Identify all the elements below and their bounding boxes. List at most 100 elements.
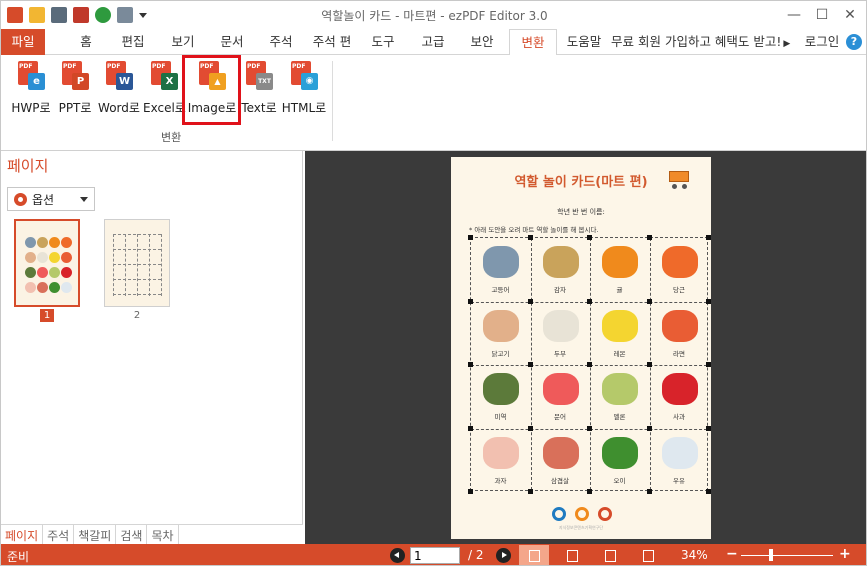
tab-pages[interactable]: 페이지: [1, 525, 44, 544]
convert-excel-button[interactable]: PDF X Excel로: [143, 61, 186, 119]
zoom-in-button[interactable]: +: [839, 546, 851, 562]
tab-search[interactable]: 검색: [116, 525, 148, 544]
card-label: 삼겹살: [551, 476, 569, 485]
card-label: 미역: [494, 413, 507, 421]
window-title: 역할놀이 카드 - 마트편 - ezPDF Editor 3.0: [321, 9, 548, 23]
single-page-view-button[interactable]: [519, 545, 549, 565]
text-file-icon: PDF TXT: [244, 61, 274, 91]
prev-page-icon[interactable]: [390, 548, 405, 563]
ppt-file-icon: PDF P: [60, 61, 90, 91]
tab-annotation[interactable]: 주석: [263, 29, 299, 55]
thumbnail-grid: [113, 234, 162, 296]
role-card: 오이: [590, 429, 649, 492]
thumbnail-grid-line: [149, 234, 150, 296]
food-illustration-icon: [661, 309, 698, 342]
convert-excel-label: Excel로: [143, 101, 186, 115]
document-page[interactable]: 역할 놀이 카드(마트 편) 학년 반 번 이름: * 아래 도안을 오려 마트…: [451, 157, 711, 539]
convert-html-button[interactable]: PDF ◉ HTML로: [281, 61, 327, 119]
zoom-slider-track[interactable]: [741, 555, 833, 556]
close-button[interactable]: ✕: [837, 5, 863, 25]
ribbon-group-label: 변환: [161, 131, 182, 144]
card-grid: 고등어 감자 귤 당근 닭고기 두부 레몬 라면 미역 문어 멜론 사과 과자 삼겹살 오이 우유: [468, 235, 711, 494]
page-number-1: 1: [40, 309, 54, 322]
tab-bookmarks[interactable]: 책갈피: [74, 525, 117, 544]
tab-edit[interactable]: 편집: [115, 29, 151, 55]
tab-security[interactable]: 보안: [464, 29, 500, 55]
convert-word-button[interactable]: PDF W Word로: [97, 61, 141, 119]
excel-file-icon: PDF X: [149, 61, 179, 91]
tab-convert[interactable]: 변환: [509, 29, 557, 56]
food-illustration-icon: [483, 373, 519, 405]
role-card: 두부: [531, 302, 590, 365]
tab-annotation-edit[interactable]: 주석 편: [307, 29, 357, 55]
food-illustration-icon: [602, 309, 638, 342]
page-thumbnail-1[interactable]: [14, 219, 80, 307]
status-bar: 준비 / 2 34% − +: [1, 544, 866, 565]
thumbnail-card-icon: [49, 267, 60, 278]
thumbnail-card-icon: [49, 252, 60, 263]
food-illustration-icon: [483, 436, 519, 469]
role-card: 과자: [471, 429, 530, 492]
food-illustration-icon: [602, 373, 638, 405]
next-page-icon[interactable]: [496, 548, 511, 563]
page-thumbnail-2[interactable]: [104, 219, 170, 307]
ribbon: PDF e HWP로 PDF P PPT로 PDF W Word로 PDF X Exce…: [1, 55, 866, 151]
tab-document[interactable]: 문서: [214, 29, 250, 55]
tab-help[interactable]: 도움말: [561, 29, 607, 55]
tab-view[interactable]: 보기: [165, 29, 201, 55]
options-dropdown[interactable]: 옵션: [7, 187, 95, 211]
document-view[interactable]: 역할 놀이 카드(마트 편) 학년 반 번 이름: * 아래 도안을 오려 마트…: [305, 151, 866, 544]
food-illustration-icon: [542, 436, 579, 469]
two-page-view-button[interactable]: [557, 545, 587, 565]
food-illustration-icon: [542, 373, 579, 405]
role-card: 삼겹살: [531, 429, 590, 492]
zoom-slider-handle[interactable]: [769, 549, 773, 561]
promo-link[interactable]: 무료 회원 가입하고 혜택도 받고! ▶: [611, 29, 801, 55]
card-label: 우유: [673, 476, 685, 485]
convert-hwp-button[interactable]: PDF e HWP로: [9, 61, 53, 119]
thumbnail-grid-line: [137, 234, 138, 296]
tab-home[interactable]: 홈: [71, 29, 101, 55]
thumbnail-card-icon: [49, 282, 60, 293]
tab-file[interactable]: 파일: [1, 29, 45, 55]
convert-ppt-button[interactable]: PDF P PPT로: [56, 61, 94, 119]
tab-annotations[interactable]: 주석: [43, 525, 75, 544]
role-card: 사과: [650, 365, 709, 428]
convert-text-button[interactable]: PDF TXT Text로: [241, 61, 277, 119]
facing-pages-icon: [643, 550, 654, 562]
maximize-button[interactable]: ☐: [809, 5, 835, 25]
card-label: 사과: [673, 413, 685, 421]
tab-tools[interactable]: 도구: [365, 29, 401, 55]
grid-view-icon: [567, 550, 578, 562]
role-card: 미역: [471, 365, 530, 428]
food-illustration-icon: [602, 246, 638, 278]
login-button[interactable]: 로그인: [801, 29, 843, 55]
role-card: 고등어: [471, 238, 530, 301]
card-label: 닭고기: [491, 349, 510, 358]
logo-circle-orange: [575, 507, 589, 521]
html-file-icon: PDF ◉: [289, 61, 319, 91]
gear-icon: [14, 192, 27, 206]
instruction-text: * 아래 도안을 오려 마트 역할 놀이를 해 봅시다.: [469, 226, 599, 234]
chevron-down-icon: [80, 196, 88, 202]
page-panel: 페이지 옵션 1 2 페이지 주석 책갈피 검색 목차: [1, 151, 303, 544]
facing-view-button[interactable]: [633, 545, 663, 565]
zoom-out-button[interactable]: −: [726, 546, 738, 562]
promo-arrow-icon: ▶: [783, 39, 791, 49]
logo-circle-red: [598, 507, 612, 521]
page-input[interactable]: [410, 547, 460, 564]
continuous-page-icon: [605, 550, 616, 562]
food-illustration-icon: [661, 373, 698, 405]
role-card: 멜론: [590, 365, 649, 428]
tab-toc[interactable]: 목차: [147, 525, 179, 544]
page-total: / 2: [468, 548, 484, 562]
thumbnail-card-icon: [61, 267, 72, 278]
tab-advanced[interactable]: 고급: [415, 29, 451, 55]
thumbnail-grid-line: [113, 234, 114, 296]
thumbnail-card-icon: [25, 267, 36, 278]
shopping-cart-icon: [665, 167, 693, 189]
minimize-button[interactable]: —: [781, 5, 807, 25]
food-illustration-icon: [661, 246, 698, 278]
help-icon[interactable]: ?: [846, 34, 862, 50]
continuous-view-button[interactable]: [595, 545, 625, 565]
